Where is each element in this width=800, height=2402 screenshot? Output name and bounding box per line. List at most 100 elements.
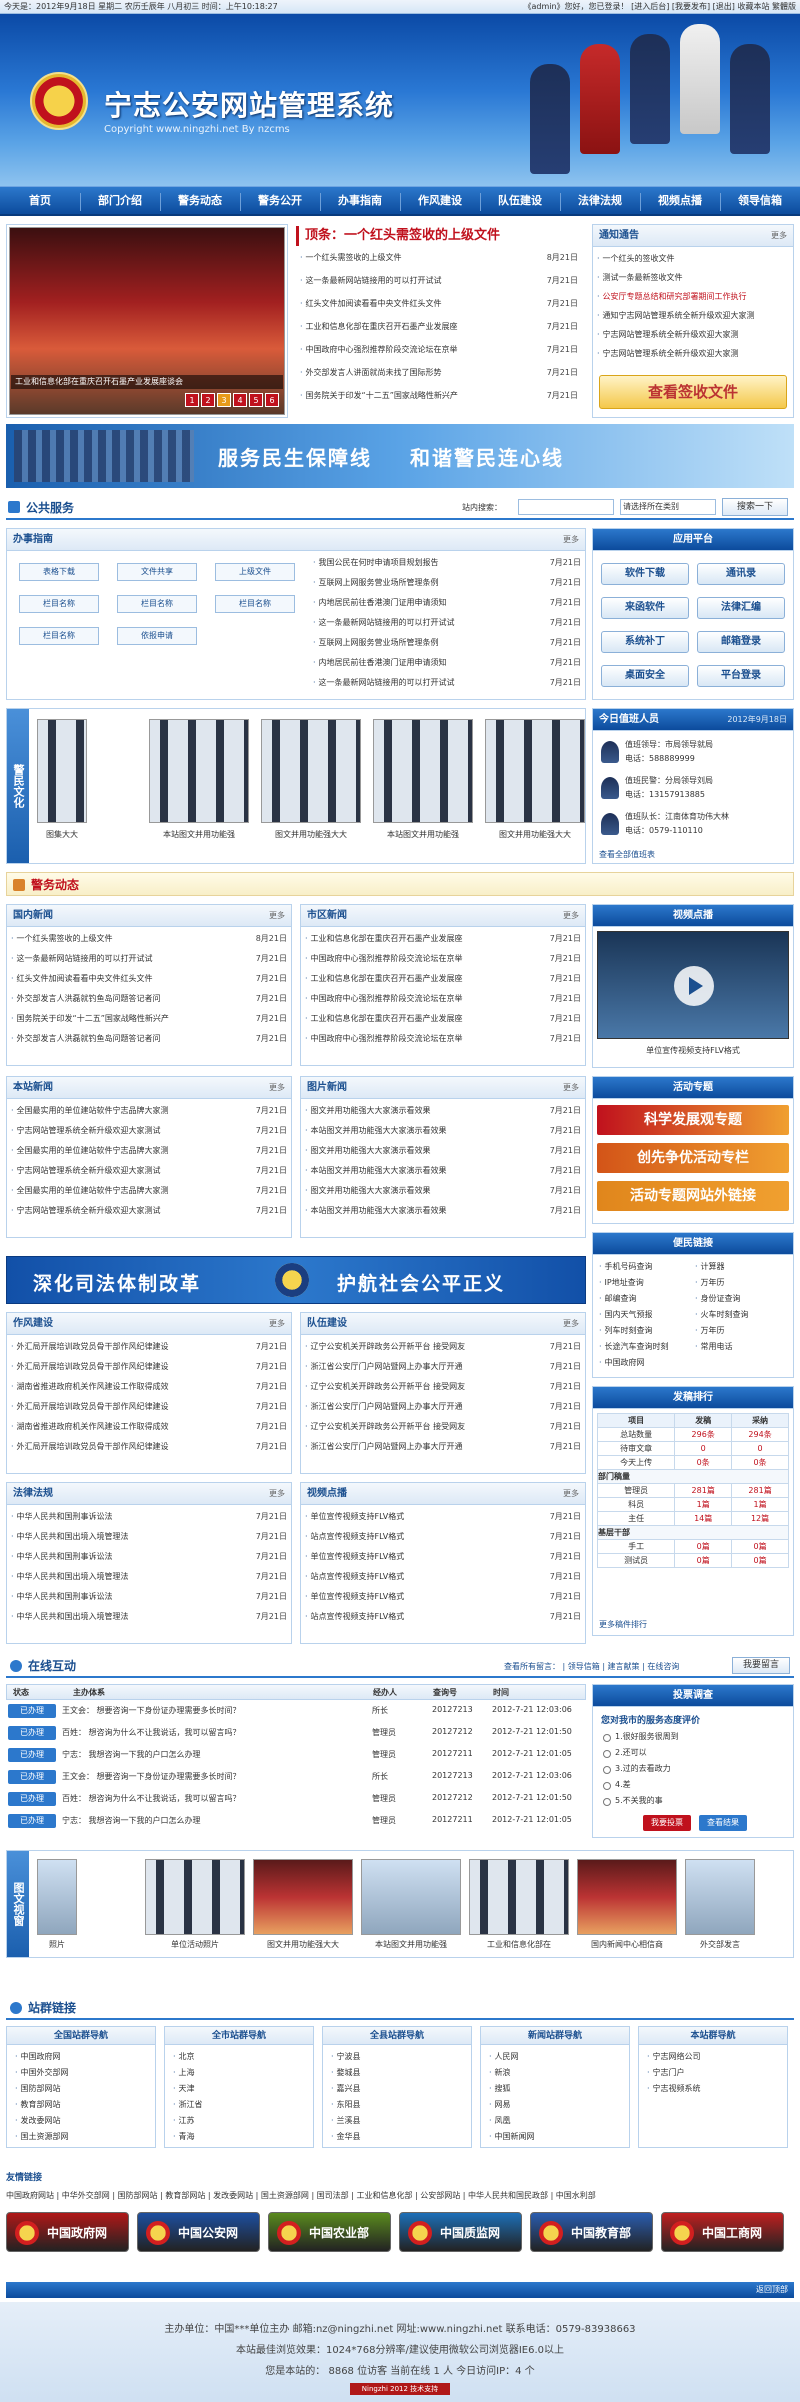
list-item[interactable]: 中华人民共和国出境入境管理法 7月21日 (11, 1609, 287, 1625)
site-link[interactable]: 上海 (173, 2065, 309, 2081)
list-item-title[interactable]: 内地居民前往香港澳门证用申请须知 (319, 598, 447, 607)
list-item[interactable]: 工业和信息化部在重庆召开石墨产业发展座 7月21日 (305, 971, 581, 987)
guide-more-link[interactable]: 更多 (563, 529, 579, 551)
list-item[interactable]: 红头文件加阅读看看中央文件红头文件 7月21日 (11, 971, 287, 987)
list-item[interactable]: 湖南省推进政府机关作风建设工作取得成效 7月21日 (11, 1379, 287, 1395)
poll-radio[interactable] (603, 1750, 611, 1758)
nav-item[interactable]: 作风建设 (400, 187, 480, 217)
message-tabs[interactable]: 查看所有留言： | 领导信箱 | 建言献策 | 在线咨询 (504, 1661, 679, 1672)
list-item-title[interactable]: 工业和信息化部在重庆召开石墨产业发展座 (311, 1014, 463, 1023)
list-item[interactable]: 浙江省公安厅门户网站暨网上办事大厅开通 7月21日 (305, 1399, 581, 1415)
list-item-title[interactable]: 我国公民在何时申请项目规划报告 (319, 558, 439, 567)
list-item[interactable]: 外交部发言人洪磊就钓鱼岛问题答记者问 7月21日 (11, 991, 287, 1007)
list-item[interactable]: 中国政府中心强烈推荐阶段交流论坛在京举 7月21日 (305, 1031, 581, 1047)
list-item[interactable]: 全国最实用的单位建站软件宁志品牌大家测 7月21日 (11, 1103, 287, 1119)
culture-caption[interactable]: 图文并用功能强大大 (485, 829, 585, 840)
list-item-title[interactable]: 中华人民共和国出境入境管理法 (17, 1572, 129, 1581)
list-item[interactable]: 互联网上网服务营业场所管理条例 7月21日 (313, 575, 581, 591)
list-item-title[interactable]: 中国政府中心强烈推荐阶段交流论坛在京举 (311, 1034, 463, 1043)
list-item-title[interactable]: 一个红头需签收的上级文件 (17, 934, 113, 943)
list-item-title[interactable]: 单位宣传视频支持FLV格式 (311, 1512, 405, 1521)
list-item[interactable]: 中华人民共和国刑事诉讼法 7月21日 (11, 1509, 287, 1525)
culture-photo[interactable] (149, 719, 249, 823)
list-item-title[interactable]: 工业和信息化部在重庆召开石墨产业发展座 (311, 934, 463, 943)
poll-option-label[interactable]: 5.不关我的事 (615, 1795, 663, 1806)
list-item-title[interactable]: 宁志网站管理系统全新升级欢迎大家测试 (17, 1126, 161, 1135)
list-item-title[interactable]: 外汇局开展培训政党员骨干部作风纪律建设 (17, 1362, 169, 1371)
list-item-title[interactable]: 这一条最新网站链接用的可以打开试试 (319, 618, 455, 627)
site-link[interactable]: 兰溪县 (331, 2113, 467, 2129)
app-button[interactable]: 邮箱登录 (697, 631, 785, 653)
list-item[interactable]: 宁志网站管理系统全新升级欢迎大家测试 7月21日 (11, 1163, 287, 1179)
list-item[interactable]: 这一条最新网站链接用的可以打开试试 7月21日 (313, 615, 581, 631)
search-button[interactable]: 搜索一下 (722, 498, 788, 516)
list-item[interactable]: 互联网上网服务营业场所管理条例 7月21日 (313, 635, 581, 651)
list-item-title[interactable]: 湖南省推进政府机关作风建设工作取得成效 (17, 1382, 169, 1391)
message-question[interactable]: 王文会： 想要咨询一下身份证办理需要多长时间？ (62, 1771, 362, 1782)
special-topic-banner[interactable]: 科学发展观专题 (597, 1105, 789, 1135)
poll-radio[interactable] (603, 1766, 611, 1774)
video-player[interactable] (597, 931, 789, 1039)
list-item-title[interactable]: 宁志网站管理系统全新升级欢迎大家测试 (17, 1206, 161, 1215)
list-item-title[interactable]: 互联网上网服务营业场所管理条例 (319, 578, 439, 587)
city-more-link[interactable]: 更多 (563, 905, 579, 927)
list-item-title[interactable]: 中华人民共和国出境入境管理法 (17, 1532, 129, 1541)
nav-item[interactable]: 法律法规 (560, 187, 640, 217)
list-item-title[interactable]: 中国政府中心强烈推荐阶段交流论坛在京举 (311, 954, 463, 963)
list-item-title[interactable]: 中华人民共和国刑事诉讼法 (17, 1512, 113, 1521)
law-more-link[interactable]: 更多 (269, 1483, 285, 1505)
convenience-link[interactable]: 列车时刻查询 (599, 1323, 691, 1339)
list-item-title[interactable]: 这一条最新网站链接用的可以打开试试 (319, 678, 455, 687)
list-item[interactable]: 一个红头需签收的上级文件 8月21日 (11, 931, 287, 947)
nav-item[interactable]: 首页 (0, 187, 80, 217)
culture-photo[interactable] (373, 719, 473, 823)
site-link[interactable]: 北京 (173, 2049, 309, 2065)
guide-label-button[interactable]: 文件共享 (117, 563, 197, 581)
list-item[interactable]: 单位宣传视频支持FLV格式 7月21日 (305, 1589, 581, 1605)
headline-slideshow[interactable]: 工业和信息化部在重庆召开石墨产业发展座谈会 123456 (6, 224, 288, 418)
list-item[interactable]: 浙江省公安厅门户网站暨网上办事大厅开通 7月21日 (305, 1359, 581, 1375)
list-item[interactable]: 国务院关于印发“十二五”国家战略性新兴产 7月21日 (11, 1011, 287, 1027)
poll-radio[interactable] (603, 1798, 611, 1806)
list-item[interactable]: 内地居民前往香港澳门证用申请须知 7月21日 (313, 595, 581, 611)
convenience-link[interactable]: 万年历 (695, 1275, 787, 1291)
notice-item[interactable]: 测试一条最新签收文件 (597, 270, 787, 286)
list-item[interactable]: 一个红头需签收的上级文件 8月21日 (300, 250, 578, 266)
special-topic-banner[interactable]: 活动专题网站外链接 (597, 1181, 789, 1211)
list-item[interactable]: 中华人民共和国刑事诉讼法 7月21日 (11, 1549, 287, 1565)
nav-item[interactable]: 视频点播 (640, 187, 720, 217)
list-item-title[interactable]: 全国最实用的单位建站软件宁志品牌大家测 (17, 1186, 169, 1195)
app-button[interactable]: 软件下载 (601, 563, 689, 585)
poll-option-label[interactable]: 2.还可以 (615, 1747, 647, 1758)
friend-link-button[interactable]: 中国教育部 (530, 2212, 653, 2252)
friend-link-label[interactable]: 中国公安网 (178, 2226, 238, 2240)
friend-link-button[interactable]: 中国农业部 (268, 2212, 391, 2252)
friend-link-button[interactable]: 中国质监网 (399, 2212, 522, 2252)
friend-link-label[interactable]: 中国教育部 (571, 2226, 631, 2240)
site-link[interactable]: 金华县 (331, 2129, 467, 2145)
notice-item[interactable]: 通知宁志网站管理系统全新升级欢迎大家测 (597, 308, 787, 324)
list-item[interactable]: 红头文件加阅读看看中央文件红头文件 7月21日 (300, 296, 578, 312)
site-link[interactable]: 中国外交部网 (15, 2065, 151, 2081)
gallery-caption[interactable]: 单位活动照片 (145, 1939, 245, 1950)
culture-photo[interactable] (485, 719, 585, 823)
list-item[interactable]: 湖南省推进政府机关作风建设工作取得成效 7月21日 (11, 1419, 287, 1435)
list-item-title[interactable]: 宁志网站管理系统全新升级欢迎大家测试 (17, 1166, 161, 1175)
convenience-link[interactable]: 国内天气预报 (599, 1307, 691, 1323)
list-item[interactable]: 宁志网站管理系统全新升级欢迎大家测试 7月21日 (11, 1123, 287, 1139)
list-item-title[interactable]: 站点宣传视频支持FLV格式 (311, 1532, 405, 1541)
list-item[interactable]: 单位宣传视频支持FLV格式 7月21日 (305, 1549, 581, 1565)
friend-link-button[interactable]: 中国政府网 (6, 2212, 129, 2252)
gallery-caption[interactable]: 工业和信息化部在 (469, 1939, 569, 1950)
list-item[interactable]: 图文并用功能强大大家演示看效果 7月21日 (305, 1103, 581, 1119)
nav-item[interactable]: 队伍建设 (480, 187, 560, 217)
list-item[interactable]: 中华人民共和国出境入境管理法 7月21日 (11, 1529, 287, 1545)
list-item[interactable]: 国务院关于印发“十二五”国家战略性新兴产 7月21日 (300, 388, 578, 404)
list-item[interactable]: 宁志网站管理系统全新升级欢迎大家测试 7月21日 (11, 1203, 287, 1219)
site-link[interactable]: 人民网 (489, 2049, 625, 2065)
nav-item[interactable]: 部门介绍 (80, 187, 160, 217)
list-item[interactable]: 外交部发言人洪磊就钓鱼岛问题答记者问 7月21日 (11, 1031, 287, 1047)
gallery-caption[interactable]: 照片 (37, 1939, 77, 1950)
guide-label-button[interactable]: 依报申请 (117, 627, 197, 645)
list-item-title[interactable]: 工业和信息化部在重庆召开石墨产业发展座 (311, 974, 463, 983)
